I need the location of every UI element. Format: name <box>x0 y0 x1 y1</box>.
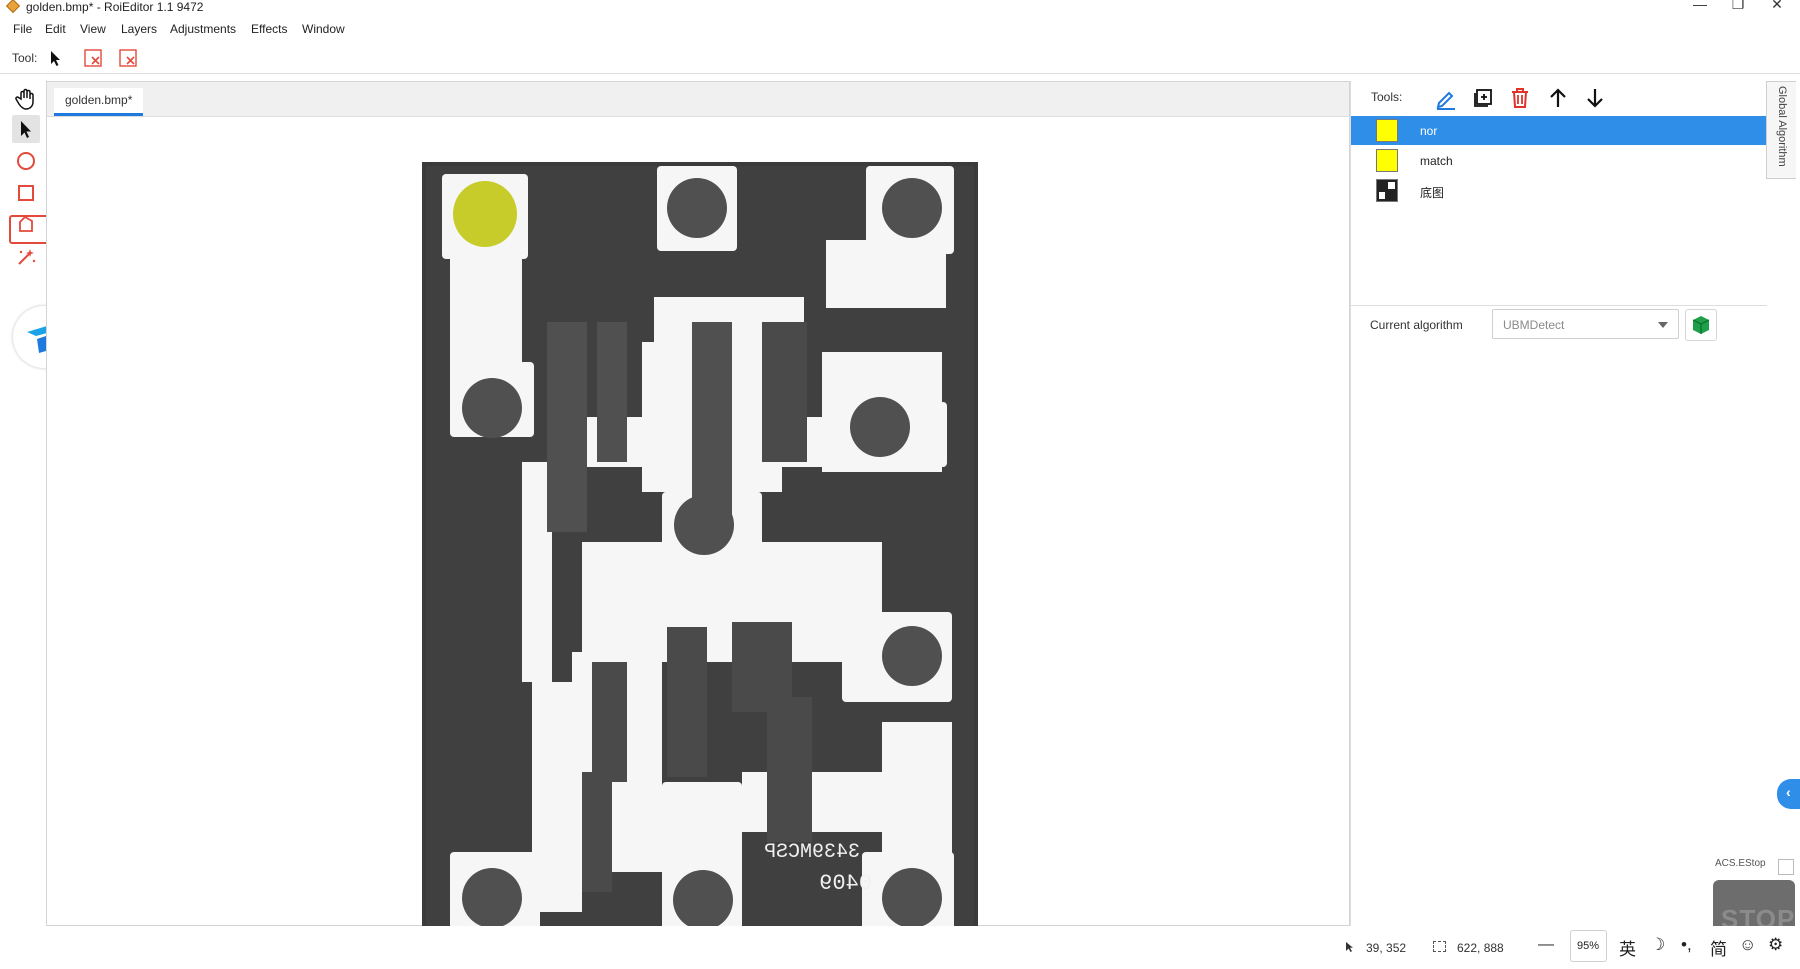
layer-name: match <box>1420 154 1453 168</box>
status-bar: 39, 352 622, 888 — 95% 英 ☽ •, 简 ☺ ⚙ <box>0 926 1800 969</box>
select-arrow-icon[interactable] <box>12 115 40 143</box>
menu-file[interactable]: File <box>13 22 32 36</box>
restore-button[interactable]: ❐ <box>1718 0 1758 16</box>
layer-item-base[interactable]: 底图 <box>1351 176 1767 205</box>
layer-name: nor <box>1420 124 1438 138</box>
move-up-arrow-icon[interactable] <box>1545 85 1571 111</box>
current-tool-arrow-icon[interactable] <box>45 47 67 69</box>
estop-checkbox[interactable] <box>1778 859 1794 875</box>
ime-emoji-icon[interactable]: ☺ <box>1739 935 1756 955</box>
magic-wand-icon[interactable] <box>12 243 40 271</box>
close-button[interactable]: ✕ <box>1757 0 1797 16</box>
zoom-out-button[interactable]: — <box>1538 936 1554 954</box>
estop-label: ACS.EStop <box>1715 858 1766 869</box>
chevron-left-icon: ‹ <box>1786 784 1791 800</box>
clear-selection-icon[interactable] <box>82 47 104 69</box>
menu-window[interactable]: Window <box>302 22 345 36</box>
clear-all-icon[interactable] <box>117 47 139 69</box>
algorithm-select-value: UBMDetect <box>1503 318 1565 332</box>
selection-size-icon <box>1433 941 1446 952</box>
layer-item-nor[interactable]: nor <box>1351 116 1767 145</box>
right-panel: Tools: nor match 底图 Current algorithm UB… <box>1350 81 1767 926</box>
layer-name: 底图 <box>1420 186 1445 200</box>
add-layer-icon[interactable] <box>1470 85 1496 111</box>
app-icon <box>5 0 21 14</box>
layer-item-match[interactable]: match <box>1351 146 1767 175</box>
global-algorithm-tab[interactable]: Global Algorithm <box>1766 81 1796 179</box>
layer-thumbnail <box>1376 179 1398 202</box>
toolbar: Tool: <box>0 42 1800 74</box>
algorithm-package-button[interactable] <box>1685 309 1717 341</box>
chevron-down-icon <box>1658 322 1668 328</box>
ime-punctuation-icon[interactable]: •, <box>1681 935 1692 955</box>
image-canvas[interactable]: 3439MCSP 0409 <box>422 162 978 954</box>
layer-thumbnail <box>1376 149 1398 172</box>
canvas-viewport[interactable]: 3439MCSP 0409 <box>47 117 1349 954</box>
menu-layers[interactable]: Layers <box>121 22 157 36</box>
current-algorithm-label: Current algorithm <box>1370 318 1463 332</box>
svg-text:0409: 0409 <box>819 871 872 896</box>
minimize-button[interactable]: — <box>1680 0 1720 16</box>
zoom-level-box[interactable]: 95% <box>1570 930 1607 962</box>
left-toolbox <box>5 80 47 969</box>
layer-thumbnail <box>1376 119 1398 142</box>
canvas-area: golden.bmp* 3439MCSP 0409 <box>46 81 1351 954</box>
pcb-image[interactable]: 3439MCSP 0409 <box>422 162 978 954</box>
layer-list: nor match 底图 <box>1351 116 1767 306</box>
global-algorithm-tab-label: Global Algorithm <box>1776 86 1788 167</box>
hand-pan-icon[interactable] <box>12 85 40 113</box>
delete-trash-icon[interactable] <box>1507 85 1533 111</box>
selection-size: 622, 888 <box>1457 941 1504 955</box>
rectangle-tool-icon[interactable] <box>12 179 40 207</box>
svg-text:3439MCSP: 3439MCSP <box>764 841 860 864</box>
window-title: golden.bmp* - RoiEditor 1.1 9472 <box>26 0 204 14</box>
ime-language[interactable]: 英 <box>1619 935 1636 960</box>
layers-tools-label: Tools: <box>1371 90 1403 104</box>
tool-label: Tool: <box>12 51 38 65</box>
ime-settings-icon[interactable]: ⚙ <box>1768 935 1783 955</box>
zoom-level: 95% <box>1577 940 1600 952</box>
title-bar: golden.bmp* - RoiEditor 1.1 9472 — ❐ ✕ <box>0 0 1800 20</box>
menu-adjustments[interactable]: Adjustments <box>170 22 236 36</box>
ime-moon-icon[interactable]: ☽ <box>1650 935 1665 955</box>
menu-view[interactable]: View <box>80 22 106 36</box>
move-down-arrow-icon[interactable] <box>1582 85 1608 111</box>
collapse-panel-button[interactable]: ‹ <box>1777 779 1800 809</box>
edit-pen-icon[interactable] <box>1433 85 1459 111</box>
ime-simplified[interactable]: 简 <box>1710 935 1727 960</box>
menu-bar: File Edit View Layers Adjustments Effect… <box>0 20 1800 40</box>
ellipse-tool-icon[interactable] <box>12 147 40 175</box>
cursor-position: 39, 352 <box>1366 941 1407 955</box>
menu-edit[interactable]: Edit <box>45 22 66 36</box>
algorithm-select[interactable]: UBMDetect <box>1492 309 1679 339</box>
tab-document[interactable]: golden.bmp* <box>54 88 144 116</box>
menu-effects[interactable]: Effects <box>251 22 287 36</box>
cursor-position-icon <box>1343 940 1357 954</box>
